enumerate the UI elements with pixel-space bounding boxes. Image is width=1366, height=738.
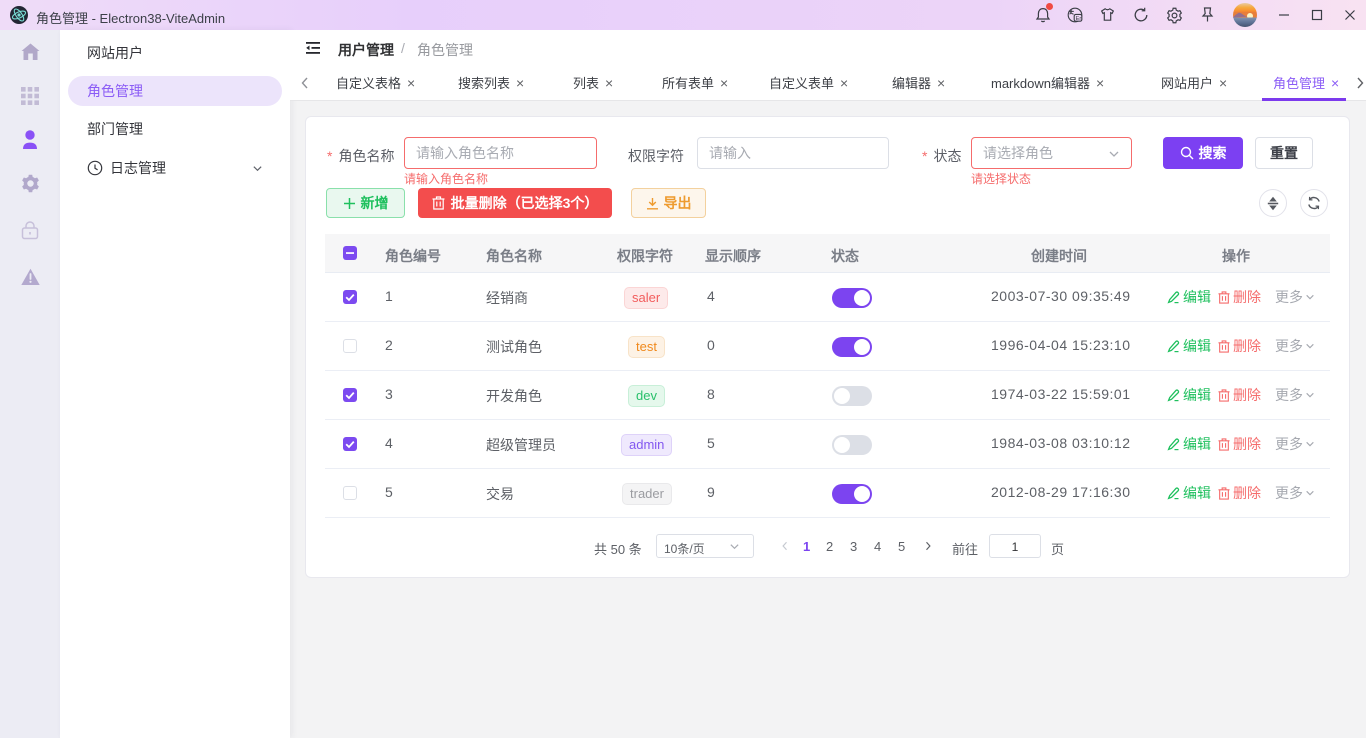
svg-text:En: En <box>1076 16 1083 22</box>
